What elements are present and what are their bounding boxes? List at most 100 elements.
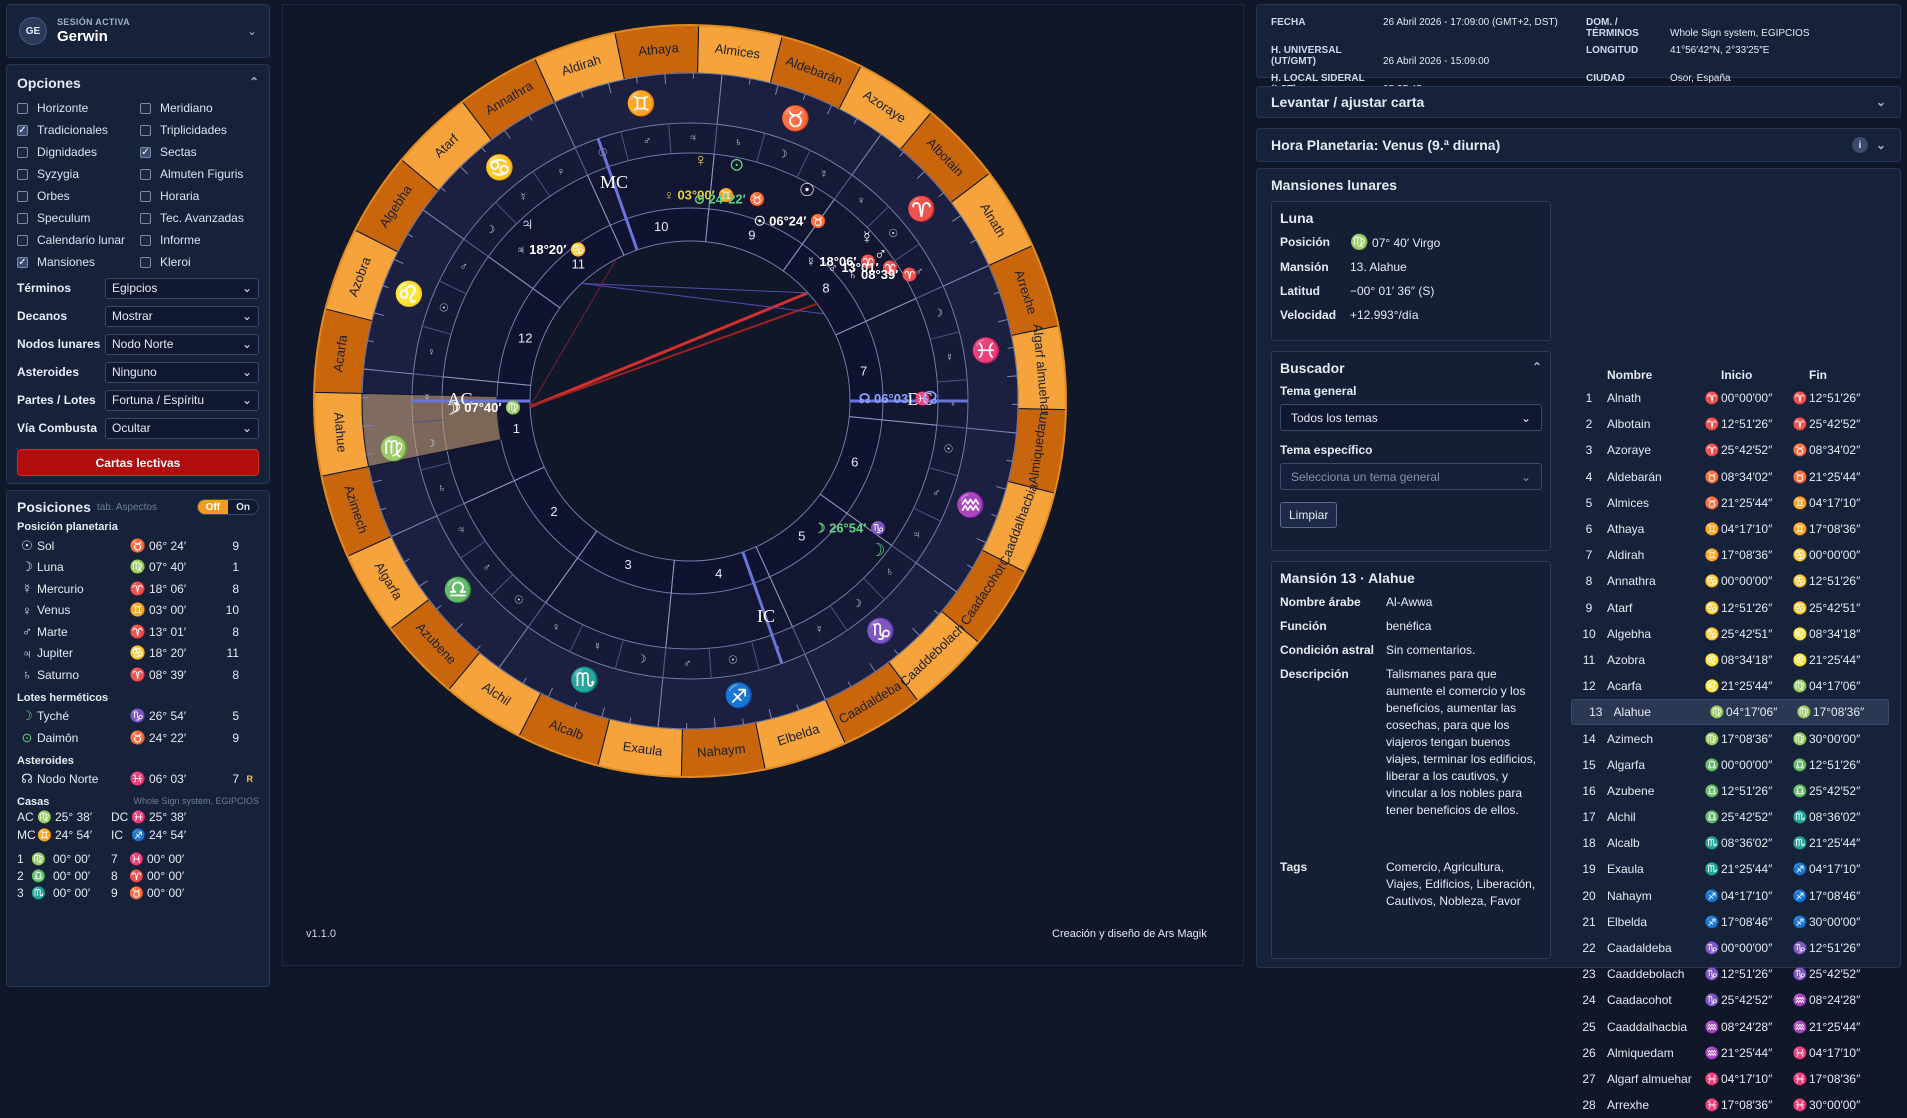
checkbox-14[interactable]: ✓Mansiones <box>17 253 140 271</box>
general-topic-select[interactable]: Todos los temas⌄ <box>1280 404 1542 431</box>
table-row[interactable]: 19Exaula♏21°25′44″♐04°17′10″ <box>1571 856 1889 882</box>
checkbox-box[interactable]: ✓ <box>17 257 28 268</box>
chevron-up-icon[interactable]: ⌃ <box>1532 360 1542 376</box>
checkbox-box[interactable] <box>17 235 28 246</box>
table-row[interactable]: 17Alchil♎25°42′52″♏08°36′02″ <box>1571 804 1889 830</box>
checkbox-box[interactable] <box>140 213 151 224</box>
description-value: Talismanes para que aumente el comercio … <box>1386 666 1542 852</box>
aspects-tab-label[interactable]: tab. Aspectos <box>97 502 157 513</box>
toggle-off[interactable]: Off <box>198 500 228 514</box>
table-row[interactable]: 5Almices♉21°25′44″♊04°17′10″ <box>1571 490 1889 516</box>
table-row[interactable]: 28Arrexhe♓17°08′36″♓30°00′00″ <box>1571 1092 1889 1118</box>
adjust-chart-accordion[interactable]: Levantar / ajustar carta⌄ <box>1256 86 1901 118</box>
aspects-toggle[interactable]: Off On <box>197 499 259 515</box>
checkbox-box[interactable] <box>17 169 28 180</box>
table-row[interactable]: 22Caadaldeba♑00°00′00″♑12°51′26″ <box>1571 935 1889 961</box>
chevron-up-icon[interactable]: ⌃ <box>249 75 259 91</box>
select-3[interactable]: Ninguno⌄ <box>105 362 259 383</box>
checkbox-15[interactable]: Kleroi <box>140 253 263 271</box>
angles-grid: AC♍25° 38′DC♓25° 38′MC♊24° 54′IC♐24° 54′ <box>17 810 259 842</box>
decan-ruler-icon: ☉ <box>514 595 524 607</box>
credit-label: Creación y diseño de Ars Magik <box>1052 928 1207 940</box>
table-row[interactable]: 27Algarf almuehar♓04°17′10″♓17°08′36″ <box>1571 1066 1889 1092</box>
table-row[interactable]: 10Algebha♋25°42′51″♌08°34′18″ <box>1571 621 1889 647</box>
checkbox-13[interactable]: Informe <box>140 231 263 249</box>
checkbox-8[interactable]: Orbes <box>17 187 140 205</box>
select-0[interactable]: Egipcios⌄ <box>105 278 259 299</box>
table-row[interactable]: 20Nahaym♐04°17′10″♐17°08′46″ <box>1571 883 1889 909</box>
planetary-hour-accordion[interactable]: Hora Planetaria: Venus (9.ª diurna)i⌄ <box>1256 128 1901 162</box>
table-cell: 21°25′44″ <box>1809 470 1879 484</box>
table-row[interactable]: 25Caaddalhacbia♒08°24′28″♒21°25′44″ <box>1571 1014 1889 1040</box>
table-cell: 04°17′10″ <box>1809 862 1879 876</box>
table-row[interactable]: 3Azoraye♈25°42′52″♉08°34′02″ <box>1571 437 1889 463</box>
checkbox-box[interactable] <box>17 191 28 202</box>
select-1[interactable]: Mostrar⌄ <box>105 306 259 327</box>
sign-icon: ♉ <box>1791 470 1809 484</box>
checkbox-11[interactable]: Tec. Avanzadas <box>140 209 263 227</box>
table-row[interactable]: 23Caaddebolach♑12°51′26″♑25°42′52″ <box>1571 961 1889 987</box>
natal-chart-wheel[interactable]: AlnathAlbotainAzorayeAldebaránAlmicesAth… <box>283 5 1245 967</box>
table-row[interactable]: 12Acarfa♌21°25′44″♍04°17′06″ <box>1571 673 1889 699</box>
checkbox-3[interactable]: Triplicidades <box>140 121 263 139</box>
checkbox-6[interactable]: Syzygia <box>17 165 140 183</box>
decan-ruler-icon: ☉ <box>439 302 449 314</box>
clear-button[interactable]: Limpiar <box>1280 502 1337 528</box>
info-item: LONGITUD41°56′42″N, 2°33′25″E <box>1586 45 1906 67</box>
table-cell: Alahue <box>1614 705 1709 719</box>
checkbox-0[interactable]: Horizonte <box>17 99 140 117</box>
options-checkboxes: HorizonteMeridiano✓TradicionalesTriplici… <box>17 99 259 271</box>
checkbox-2[interactable]: ✓Tradicionales <box>17 121 140 139</box>
table-row[interactable]: 7Aldirah♊17°08′36″♋00°00′00″ <box>1571 542 1889 568</box>
checkbox-box[interactable] <box>140 257 151 268</box>
session-user: Gerwin <box>57 28 247 45</box>
table-cell: Algebha <box>1607 627 1703 641</box>
session-panel[interactable]: GE SESIÓN ACTIVA Gerwin ⌄ <box>6 4 270 58</box>
table-row[interactable]: 18Alcalb♏08°36′02″♏21°25′44″ <box>1571 830 1889 856</box>
checkbox-7[interactable]: Almuten Figuris <box>140 165 263 183</box>
checkbox-box[interactable] <box>140 125 151 136</box>
table-row[interactable]: 14Azimech♍17°08′36″♍30°00′00″ <box>1571 725 1889 751</box>
table-row[interactable]: 4Aldebarán♉08°34′02″♉21°25′44″ <box>1571 464 1889 490</box>
table-row[interactable]: 11Azobra♌08°34′18″♌21°25′44″ <box>1571 647 1889 673</box>
info-icon[interactable]: i <box>1852 137 1868 153</box>
zodiac-sign-icon: ♌ <box>394 280 424 308</box>
table-row[interactable]: 9Atarf♋12°51′26″♋25°42′51″ <box>1571 595 1889 621</box>
table-row[interactable]: 24Caadacohot♑25°42′52″♒08°24′28″ <box>1571 987 1889 1013</box>
table-row[interactable]: 15Algarfa♎00°00′00″♎12°51′26″ <box>1571 752 1889 778</box>
table-row[interactable]: 2Albotain♈12°51′26″♈25°42′52″ <box>1571 411 1889 437</box>
chevron-down-icon[interactable]: ⌄ <box>247 24 257 38</box>
info-value: 26 Abril 2026 - 17:09:00 (GMT+2, DST) <box>1383 17 1558 28</box>
table-row[interactable]: 8Annathra♋00°00′00″♋12°51′26″ <box>1571 568 1889 594</box>
checkbox-1[interactable]: Meridiano <box>140 99 263 117</box>
checkbox-box[interactable]: ✓ <box>17 125 28 136</box>
checkbox-box[interactable] <box>140 235 151 246</box>
checkbox-10[interactable]: Speculum <box>17 209 140 227</box>
select-5[interactable]: Ocultar⌄ <box>105 418 259 439</box>
table-row[interactable]: 21Elbelda♐17°08′46″♐30°00′00″ <box>1571 909 1889 935</box>
checkbox-5[interactable]: ✓Sectas <box>140 143 263 161</box>
table-row[interactable]: 16Azubene♎12°51′26″♎25°42′52″ <box>1571 778 1889 804</box>
table-row[interactable]: 6Athaya♊04°17′10″♊17°08′36″ <box>1571 516 1889 542</box>
cartas-lectivas-button[interactable]: Cartas lectivas <box>17 449 259 476</box>
select-4[interactable]: Fortuna / Espíritu⌄ <box>105 390 259 411</box>
chevron-down-icon[interactable]: ⌄ <box>1876 138 1886 152</box>
chevron-down-icon[interactable]: ⌄ <box>1876 95 1886 109</box>
toggle-on[interactable]: On <box>228 500 258 514</box>
table-row[interactable]: 13Alahue♍04°17′06″♍17°08′36″ <box>1571 699 1889 725</box>
checkbox-box[interactable] <box>17 147 28 158</box>
checkbox-box[interactable] <box>140 169 151 180</box>
checkbox-box[interactable] <box>140 103 151 114</box>
checkbox-box[interactable]: ✓ <box>140 147 151 158</box>
table-row[interactable]: 1Alnath♈00°00′00″♈12°51′26″ <box>1571 385 1889 411</box>
checkbox-box[interactable] <box>17 103 28 114</box>
checkbox-12[interactable]: Calendario lunar <box>17 231 140 249</box>
specific-topic-select[interactable]: Selecciona un tema general⌄ <box>1280 463 1542 490</box>
checkbox-box[interactable] <box>17 213 28 224</box>
table-row[interactable]: 26Almiquedam♒21°25′44″♓04°17′10″ <box>1571 1040 1889 1066</box>
checkbox-box[interactable] <box>140 191 151 202</box>
table-cell: 15 <box>1571 758 1607 772</box>
checkbox-4[interactable]: Dignidades <box>17 143 140 161</box>
select-2[interactable]: Nodo Norte⌄ <box>105 334 259 355</box>
checkbox-9[interactable]: Horaria <box>140 187 263 205</box>
